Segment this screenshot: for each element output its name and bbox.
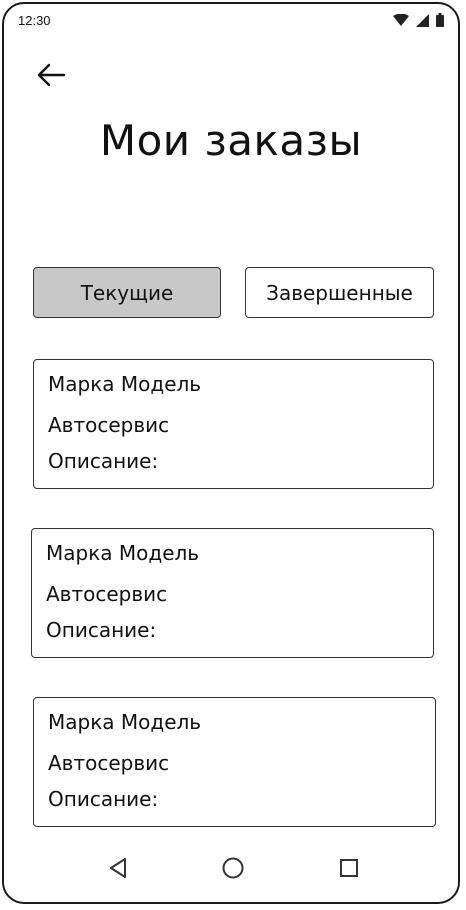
page-title: Мои заказы [99,116,363,165]
status-bar: 12:30 [4,4,458,38]
order-vehicle: Марка Модель [46,541,200,565]
wifi-icon [393,14,409,26]
status-time: 12:30 [18,13,51,28]
order-service: Автосервис [46,582,168,606]
back-button[interactable] [32,60,70,94]
tab-completed[interactable]: Завершенные [245,267,434,318]
order-vehicle: Марка Модель [48,372,202,396]
nav-back-triangle-icon [108,857,128,883]
nav-recents-square-icon [339,858,359,882]
arrow-left-icon [36,63,66,91]
nav-recents-button[interactable] [335,856,363,884]
system-nav-bar [4,852,458,888]
battery-icon [436,13,444,27]
nav-home-button[interactable] [219,856,247,884]
order-card[interactable]: Марка Модель Автосервис Описание: [33,697,436,827]
tab-current[interactable]: Текущие [33,267,221,318]
order-service: Автосервис [48,413,170,437]
order-description: Описание: [46,618,157,642]
order-service: Автосервис [48,751,170,775]
signal-icon [416,13,429,27]
order-description: Описание: [48,449,159,473]
order-vehicle: Марка Модель [48,710,202,734]
order-card[interactable]: Марка Модель Автосервис Описание: [33,359,434,489]
order-card[interactable]: Марка Модель Автосервис Описание: [31,528,434,658]
order-description: Описание: [48,787,159,811]
status-icons [393,13,444,27]
nav-back-button[interactable] [104,856,132,884]
phone-frame: 12:30 Мои заказы Текущие Завершенные Мар… [2,2,460,904]
nav-home-circle-icon [221,856,245,884]
